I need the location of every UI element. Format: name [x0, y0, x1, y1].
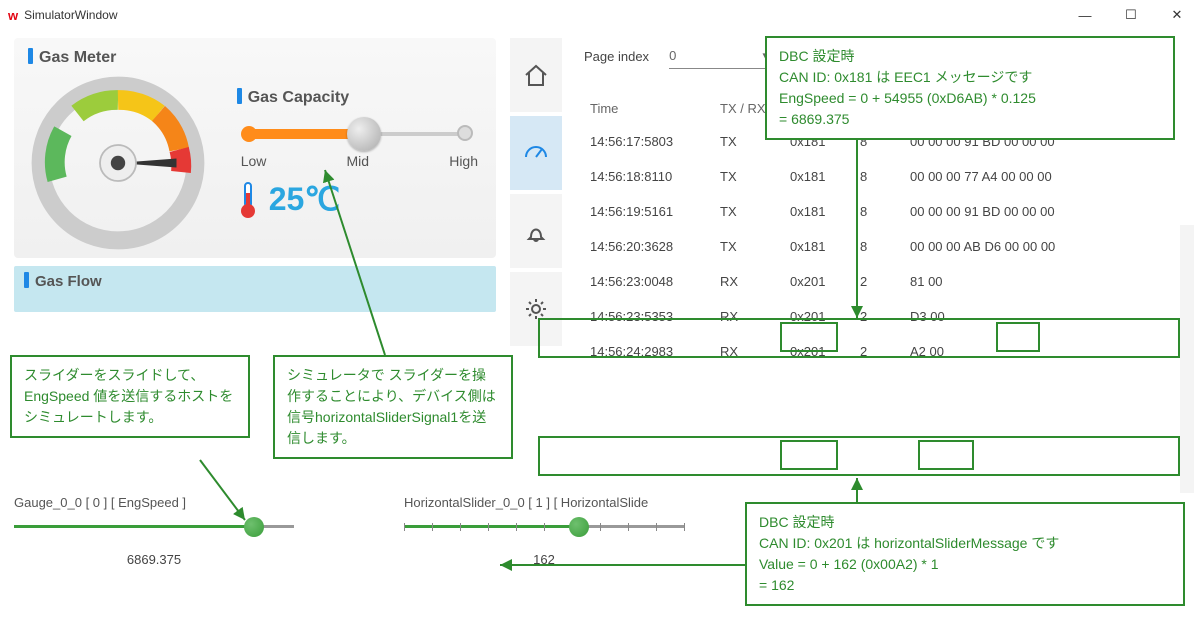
window-title: SimulatorWindow: [24, 8, 117, 22]
gauge-slider-value: 6869.375: [14, 552, 294, 567]
page-index-select[interactable]: 0 ▾: [669, 44, 769, 69]
nav-bell-button[interactable]: [510, 194, 562, 268]
page-index-label: Page index: [584, 49, 649, 64]
horizontal-bottom-slider[interactable]: HorizontalSlider_0_0 [ 1 ] [ HorizontalS…: [404, 495, 684, 567]
gas-capacity-slider[interactable]: [237, 121, 482, 147]
gas-flow-panel: Gas Flow: [14, 266, 496, 312]
temperature-value: 25℃: [269, 180, 341, 218]
slider-label-low: Low: [241, 153, 267, 169]
gas-meter-title: Gas Meter: [28, 48, 217, 67]
gas-capacity-title: Gas Capacity: [237, 88, 482, 107]
hslider-value: 162: [404, 552, 684, 567]
nav-rail: [510, 30, 570, 360]
table-row[interactable]: 14:56:19:5161TX0x181800 00 00 91 BD 00 0…: [584, 194, 1180, 229]
callout-4: DBC 設定時 CAN ID: 0x201 は horizontalSlider…: [745, 502, 1185, 606]
table-row[interactable]: 14:56:20:3628TX0x181800 00 00 AB D6 00 0…: [584, 229, 1180, 264]
col-time: Time: [584, 93, 714, 124]
table-scrollbar[interactable]: [1180, 225, 1194, 493]
table-row[interactable]: 14:56:24:2983RX0x2012A2 00: [584, 334, 1180, 369]
table-row[interactable]: 14:56:18:8110TX0x181800 00 00 77 A4 00 0…: [584, 159, 1180, 194]
gauge-bottom-slider[interactable]: Gauge_0_0 [ 0 ] [ EngSpeed ] 6869.375: [14, 495, 294, 567]
close-button[interactable]: ✕: [1154, 0, 1200, 30]
gas-meter-gauge: [28, 73, 208, 253]
callout-3: DBC 設定時 CAN ID: 0x181 は EEC1 メッセージです Eng…: [765, 36, 1175, 140]
gas-flow-title: Gas Flow: [24, 272, 486, 290]
nav-settings-button[interactable]: [510, 272, 562, 346]
titlebar: w SimulatorWindow — ☐ ✕: [0, 0, 1200, 30]
callout-2: シミュレータで スライダーを操作することにより、デバイス側は信号horizont…: [273, 355, 513, 459]
minimize-button[interactable]: —: [1062, 0, 1108, 30]
meter-panel: Gas Meter Gas Capacity: [14, 38, 496, 258]
table-row[interactable]: 14:56:23:5353RX0x2012D3 00: [584, 299, 1180, 334]
callout-1: スライダーをスライドして、EngSpeed 値を送信するホストをシミュレートしま…: [10, 355, 250, 438]
slider-label-high: High: [449, 153, 478, 169]
slider-label-mid: Mid: [347, 153, 370, 169]
thermometer-icon: [237, 179, 259, 219]
maximize-button[interactable]: ☐: [1108, 0, 1154, 30]
nav-gauge-button[interactable]: [510, 116, 562, 190]
app-logo-icon: w: [8, 8, 18, 23]
nav-home-button[interactable]: [510, 38, 562, 112]
table-row[interactable]: 14:56:23:0048RX0x201281 00: [584, 264, 1180, 299]
